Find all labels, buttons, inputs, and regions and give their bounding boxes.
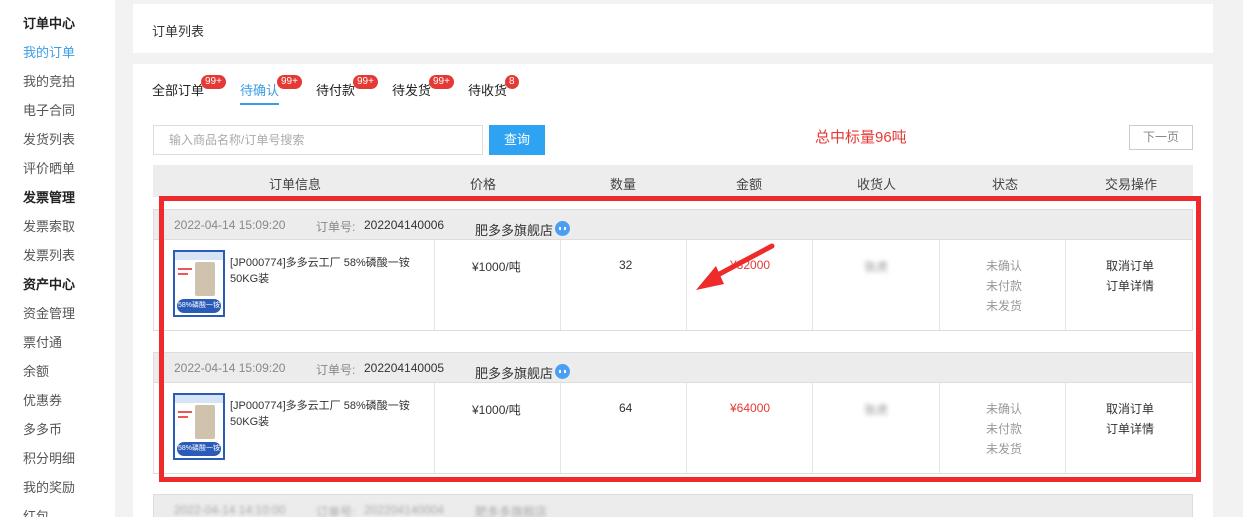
table-header: 订单信息 价格 数量 金额 收货人 状态 交易操作 bbox=[153, 165, 1193, 197]
search-field[interactable] bbox=[153, 125, 483, 155]
tab-label: 待付款 bbox=[316, 83, 356, 98]
sidebar-header-invoice: 发票管理 bbox=[23, 190, 76, 205]
page-title: 订单列表 bbox=[152, 24, 205, 39]
order-number: 202204140004 bbox=[364, 503, 445, 517]
tab-label: 待收货 bbox=[468, 83, 508, 98]
tab-pending-payment[interactable]: 待付款 99+ bbox=[316, 75, 378, 103]
sidebar-header-order-center: 订单中心 bbox=[23, 16, 76, 31]
sidebar-item-coupons[interactable]: 优惠券 bbox=[0, 393, 115, 422]
sidebar-item-e-contracts[interactable]: 电子合同 bbox=[0, 103, 115, 132]
tab-pending-receipt[interactable]: 待收货 8 bbox=[468, 75, 519, 103]
order-header-partial: 2022-04-14 14:10:00 订单号: 202204140004 肥多… bbox=[153, 494, 1193, 517]
count-badge: 99+ bbox=[353, 75, 378, 89]
column-header-order-info: 订单信息 bbox=[269, 177, 322, 192]
sidebar-item-points[interactable]: 积分明细 bbox=[0, 451, 115, 480]
column-header-actions: 交易操作 bbox=[1105, 177, 1158, 192]
search-input[interactable] bbox=[154, 126, 482, 154]
column-header-price: 价格 bbox=[470, 177, 497, 192]
tab-all-orders[interactable]: 全部订单 99+ bbox=[152, 75, 226, 103]
sidebar-item-shipping-list[interactable]: 发货列表 bbox=[0, 132, 115, 161]
sidebar-header-assets: 资产中心 bbox=[23, 277, 76, 292]
count-badge: 8 bbox=[505, 75, 519, 89]
sidebar-item-rewards[interactable]: 我的奖励 bbox=[0, 480, 115, 509]
order-no-label: 订单号: bbox=[316, 505, 356, 517]
sidebar-item-invoice-request[interactable]: 发票索取 bbox=[0, 219, 115, 248]
column-header-amount: 金额 bbox=[736, 177, 763, 192]
count-badge: 99+ bbox=[277, 75, 302, 89]
page-header: 订单列表 bbox=[133, 4, 1213, 53]
sidebar-item-invoice-list[interactable]: 发票列表 bbox=[0, 248, 115, 277]
tab-label: 全部订单 bbox=[152, 83, 205, 98]
sidebar-item-my-orders[interactable]: 我的订单 bbox=[0, 45, 115, 74]
annotation-total-volume: 总中标量96吨 bbox=[815, 129, 907, 146]
column-header-quantity: 数量 bbox=[610, 177, 637, 192]
column-header-receiver: 收货人 bbox=[857, 177, 897, 192]
tab-label: 待发货 bbox=[392, 83, 432, 98]
tab-pending-confirm[interactable]: 待确认 99+ bbox=[240, 75, 302, 105]
tab-pending-shipment[interactable]: 待发货 99+ bbox=[392, 75, 454, 103]
sidebar-item-red-packets[interactable]: 红包 bbox=[0, 509, 115, 517]
sidebar: 订单中心 我的订单 我的竞拍 电子合同 发货列表 评价晒单 发票管理 发票索取 … bbox=[0, 0, 115, 517]
column-header-status: 状态 bbox=[992, 177, 1019, 192]
sidebar-item-piaofutong[interactable]: 票付通 bbox=[0, 335, 115, 364]
search-button[interactable]: 查询 bbox=[489, 125, 545, 155]
next-page-button[interactable]: 下一页 bbox=[1129, 125, 1193, 150]
shop-name: 肥多多旗舰店 bbox=[475, 505, 548, 517]
order-date: 2022-04-14 14:10:00 bbox=[174, 503, 286, 517]
sidebar-item-balance[interactable]: 余额 bbox=[0, 364, 115, 393]
sidebar-item-funds[interactable]: 资金管理 bbox=[0, 306, 115, 335]
tab-label: 待确认 bbox=[240, 80, 280, 105]
sidebar-item-reviews[interactable]: 评价晒单 bbox=[0, 161, 115, 190]
sidebar-item-coins[interactable]: 多多币 bbox=[0, 422, 115, 451]
count-badge: 99+ bbox=[429, 75, 454, 89]
count-badge: 99+ bbox=[201, 75, 226, 89]
sidebar-item-my-auctions[interactable]: 我的竞拍 bbox=[0, 74, 115, 103]
highlight-frame bbox=[159, 196, 1201, 482]
